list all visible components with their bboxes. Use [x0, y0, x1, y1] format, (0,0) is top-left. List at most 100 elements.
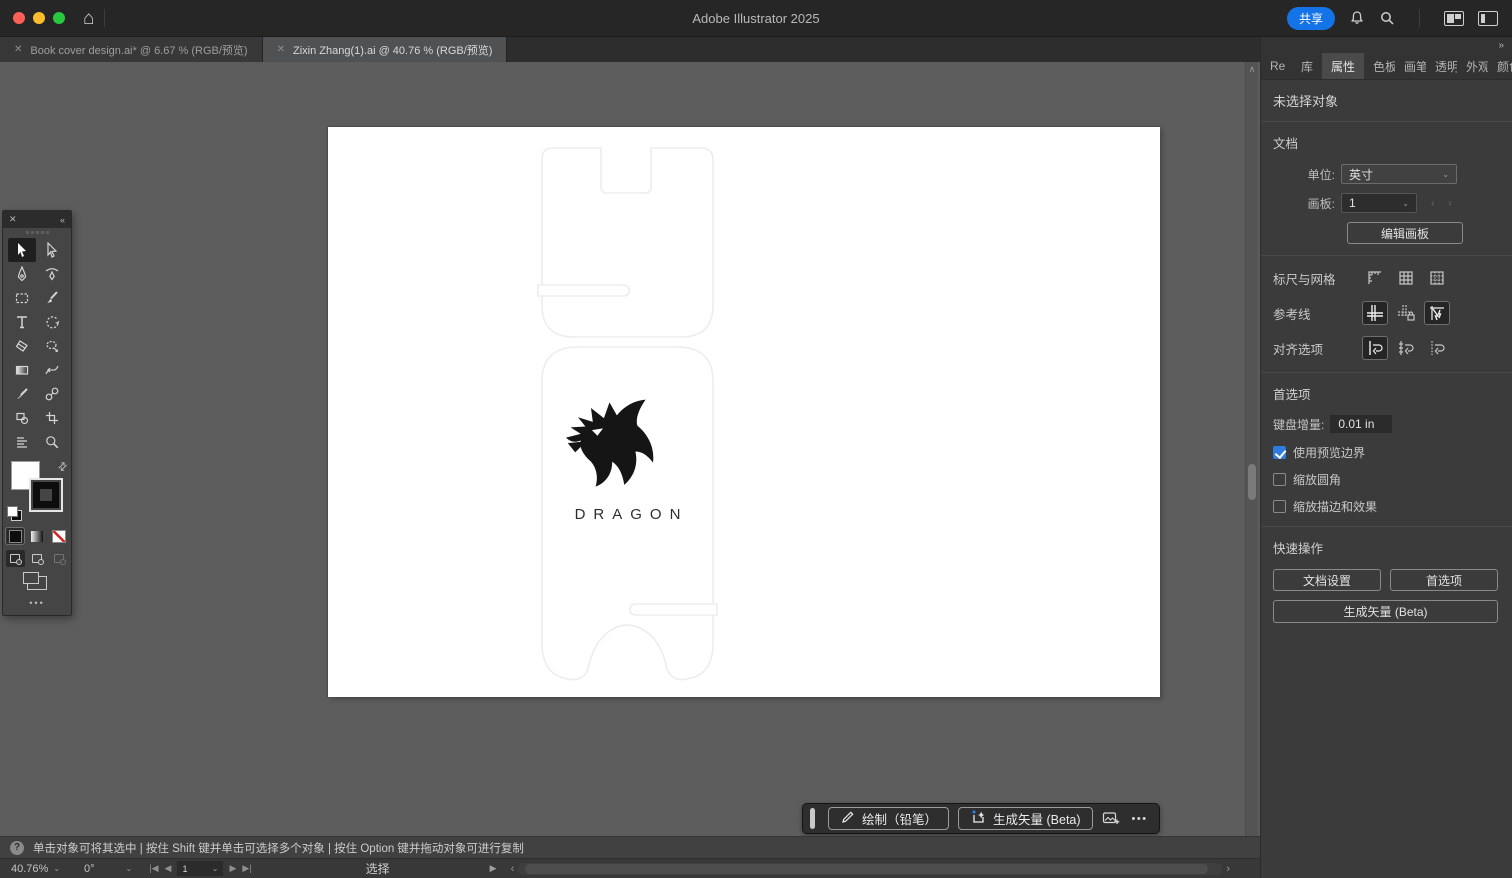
width-tool-icon[interactable]	[38, 358, 66, 382]
checkbox-checked-icon[interactable]	[1273, 446, 1286, 459]
gradient-button[interactable]	[28, 528, 46, 544]
dragon-logo[interactable]: DRAGON	[542, 395, 713, 523]
first-artboard-icon[interactable]: |◀	[149, 863, 158, 874]
edit-artboards-button[interactable]: 编辑画板	[1347, 222, 1463, 244]
artboard-number-select[interactable]: 1 ⌄	[177, 861, 223, 876]
scroll-up-icon[interactable]: ∧	[1249, 62, 1256, 76]
previous-artboard-icon[interactable]: ◀	[165, 863, 172, 874]
color-button[interactable]	[6, 528, 24, 544]
swap-fill-stroke-icon[interactable]: ⇄	[55, 459, 71, 475]
document-setup-button[interactable]: 文档设置	[1273, 569, 1381, 591]
task-bar-more-icon[interactable]: •••	[1129, 813, 1151, 825]
pen-tool-icon[interactable]	[8, 262, 36, 286]
blend-tool-icon[interactable]	[38, 382, 66, 406]
paragraph-align-icon[interactable]	[8, 430, 36, 454]
scale-corners-row[interactable]: 缩放圆角	[1273, 471, 1498, 488]
canvas[interactable]: DRAGON ✕ «	[0, 62, 1260, 836]
tab-transparency[interactable]: 透明度	[1426, 53, 1457, 79]
share-button[interactable]: 共享	[1287, 7, 1335, 30]
curvature-tool-icon[interactable]	[38, 262, 66, 286]
search-icon[interactable]	[1379, 10, 1395, 26]
notifications-bell-icon[interactable]	[1349, 10, 1365, 26]
eyedropper-tool-icon[interactable]	[8, 382, 36, 406]
tools-panel-collapse-icon[interactable]: «	[60, 215, 65, 225]
arrange-documents-icon[interactable]	[1444, 11, 1464, 26]
smart-guides-icon[interactable]	[1425, 302, 1449, 324]
direct-selection-tool-icon[interactable]	[38, 238, 66, 262]
checkbox-icon[interactable]	[1273, 473, 1286, 486]
close-window-button[interactable]	[13, 12, 25, 24]
show-guides-icon[interactable]	[1363, 302, 1387, 324]
generate-vector-button[interactable]: 生成矢量 (Beta)	[958, 807, 1093, 830]
none-button[interactable]	[50, 528, 68, 544]
show-grid-icon[interactable]	[1394, 267, 1418, 289]
task-bar-drag-handle[interactable]	[810, 808, 815, 829]
artboard-select[interactable]: 1 ⌄	[1341, 193, 1417, 213]
snap-to-point-icon[interactable]	[1363, 337, 1387, 359]
generate-vector-quick-button[interactable]: 生成矢量 (Beta)	[1273, 600, 1498, 623]
help-icon[interactable]: ?	[10, 841, 24, 855]
artboard-tool-icon[interactable]	[38, 406, 66, 430]
home-icon[interactable]: ⌂	[83, 9, 94, 28]
preferences-button[interactable]: 首选项	[1390, 569, 1498, 591]
contextual-task-bar[interactable]: 绘制（铅笔） 生成矢量 (Beta) •••	[802, 803, 1160, 834]
rotate-tool-icon[interactable]	[38, 310, 66, 334]
scale-strokes-effects-row[interactable]: 缩放描边和效果	[1273, 498, 1498, 515]
paintbrush-tool-icon[interactable]	[38, 286, 66, 310]
tab-appearance[interactable]: 外观	[1457, 53, 1488, 79]
horizontal-scrollbar[interactable]: ‹ ›	[507, 863, 1234, 875]
units-select[interactable]: 英寸 ⌄	[1341, 164, 1457, 184]
checkbox-icon[interactable]	[1273, 500, 1286, 513]
eraser-tool-icon[interactable]	[8, 334, 36, 358]
tab-color[interactable]: 颜色	[1488, 53, 1512, 79]
minimize-window-button[interactable]	[33, 12, 45, 24]
draw-behind-mode-icon[interactable]	[28, 550, 47, 567]
rotation-angle-select[interactable]: 0° ⌄	[79, 861, 137, 877]
zoom-level-select[interactable]: 40.76% ⌄	[6, 861, 65, 877]
vertical-scrollbar-thumb[interactable]	[1248, 464, 1256, 500]
type-tool-icon[interactable]	[8, 310, 36, 334]
tools-panel-close-icon[interactable]: ✕	[9, 214, 17, 225]
zoom-tool-icon[interactable]	[38, 430, 66, 454]
symbol-sprayer-tool-icon[interactable]	[8, 406, 36, 430]
default-fill-stroke-icon[interactable]	[8, 507, 21, 520]
gradient-tool-icon[interactable]	[8, 358, 36, 382]
lasso-tool-icon[interactable]	[38, 334, 66, 358]
selection-tool-icon[interactable]	[8, 238, 36, 262]
draw-pencil-button[interactable]: 绘制（铅笔）	[828, 807, 949, 830]
next-artboard-icon[interactable]: ›	[1448, 198, 1451, 209]
snap-to-grid-icon[interactable]	[1394, 337, 1418, 359]
close-tab-icon[interactable]: ✕	[277, 44, 285, 55]
horizontal-scrollbar-track[interactable]	[518, 863, 1222, 875]
show-rulers-icon[interactable]	[1363, 267, 1387, 289]
vertical-scrollbar[interactable]: ∧ ∨	[1245, 62, 1258, 836]
panel-overflow-icon[interactable]: »	[1498, 40, 1504, 51]
tools-panel-drag-handle[interactable]	[3, 228, 71, 237]
artboard[interactable]: DRAGON	[328, 127, 1160, 697]
draw-normal-mode-icon[interactable]	[6, 550, 25, 567]
status-expand-icon[interactable]: ▶	[490, 863, 497, 874]
tools-panel[interactable]: ✕ «	[2, 210, 72, 616]
document-tab-active[interactable]: ✕ Zixin Zhang(1).ai @ 40.76 % (RGB/预览)	[263, 37, 508, 62]
edit-toolbar-more-icon[interactable]: •••	[3, 592, 71, 615]
tab-properties[interactable]: 属性	[1322, 53, 1364, 79]
last-artboard-icon[interactable]: ▶|	[242, 863, 251, 874]
logo-wordmark[interactable]: DRAGON	[542, 506, 713, 523]
lock-guides-icon[interactable]	[1394, 302, 1418, 324]
screen-mode-icon[interactable]	[27, 576, 47, 590]
tab-swatches[interactable]: 色板	[1364, 53, 1395, 79]
vertical-scrollbar-track[interactable]	[1246, 76, 1258, 836]
rectangle-tool-icon[interactable]	[8, 286, 36, 310]
tab-libraries[interactable]: 库	[1292, 53, 1322, 79]
use-preview-bounds-row[interactable]: 使用预览边界	[1273, 444, 1498, 461]
tab-retype[interactable]: Re	[1261, 53, 1292, 79]
show-pixel-grid-icon[interactable]	[1425, 267, 1449, 289]
window-controls[interactable]	[13, 12, 65, 24]
scroll-right-icon[interactable]: ›	[1222, 863, 1234, 875]
next-artboard-icon[interactable]: ▶	[229, 863, 236, 874]
scroll-left-icon[interactable]: ‹	[507, 863, 519, 875]
close-tab-icon[interactable]: ✕	[14, 44, 22, 55]
zoom-window-button[interactable]	[53, 12, 65, 24]
snap-to-pixel-icon[interactable]	[1425, 337, 1449, 359]
stroke-swatch[interactable]	[29, 478, 63, 512]
